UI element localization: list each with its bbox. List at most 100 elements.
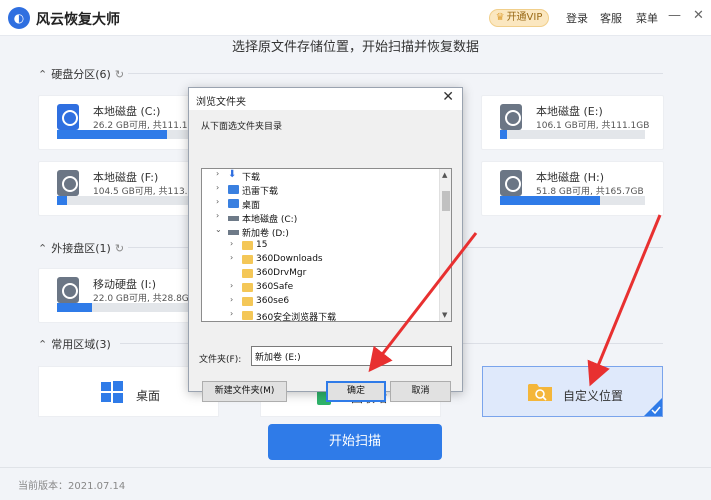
tree-item-label: 360Safe	[256, 282, 294, 292]
location-custom[interactable]: 自定义位置	[482, 366, 663, 417]
tree-item-label: 360安全浏览器下载	[256, 313, 337, 322]
chevron-right-icon[interactable]: ›	[216, 183, 226, 192]
scroll-up-icon[interactable]: ▲	[442, 171, 447, 179]
tree-item-label: 迅雷下载	[242, 187, 279, 197]
dialog-title: 浏览文件夹	[196, 97, 246, 108]
folder-tree[interactable]: › ⬇ 下载 › 迅雷下载 › 桌面 › 本地磁盘 (C:) ⌄ 新加卷 (D:…	[201, 168, 452, 322]
chevron-right-icon[interactable]: ›	[216, 211, 226, 220]
disk-card-h[interactable]: 本地磁盘 (H:) 51.8 GB可用, 共165.7GB	[481, 161, 664, 216]
chevron-right-icon[interactable]: ›	[230, 253, 240, 262]
folder-field-label: 文件夹(F):	[199, 355, 242, 365]
chevron-up-icon: ⌃	[38, 338, 48, 351]
folder-icon	[242, 283, 253, 292]
scroll-down-icon[interactable]: ▼	[442, 311, 447, 319]
folder-field[interactable]: 新加卷 (E:)	[251, 346, 452, 366]
section-header-common[interactable]: ⌃ 常用区域(3)	[38, 336, 111, 352]
section-common-label: 常用区域(3)	[51, 338, 111, 351]
folder-icon	[242, 255, 253, 264]
tree-item-label: 360se6	[256, 296, 290, 306]
disk-usage-fill	[500, 130, 508, 139]
chevron-right-icon[interactable]: ›	[230, 281, 240, 290]
disk-name: 移动硬盘 (I:)	[93, 278, 157, 291]
tree-item-label: 下载	[242, 173, 261, 183]
arrow-to-custom-location	[587, 214, 662, 387]
thunder-icon	[228, 185, 239, 194]
menu-link[interactable]: 菜单	[636, 10, 658, 26]
divider	[128, 73, 663, 74]
new-folder-button[interactable]: 新建文件夹(M)	[202, 381, 287, 402]
chevron-right-icon[interactable]: ›	[230, 239, 240, 248]
disk-name: 本地磁盘 (H:)	[536, 171, 605, 184]
tree-item-label: 本地磁盘 (C:)	[242, 215, 298, 225]
page-subtitle: 选择原文件存储位置，开始扫描并恢复数据	[231, 40, 479, 55]
chevron-right-icon[interactable]: ›	[216, 197, 226, 206]
disk-usage-fill	[57, 130, 168, 139]
tree-item-label: 360Downloads	[256, 254, 323, 264]
service-link[interactable]: 客服	[600, 10, 622, 26]
folder-search-icon	[528, 384, 552, 401]
folder-icon	[242, 241, 253, 250]
tree-item-label: 360DrvMgr	[256, 268, 307, 278]
refresh-icon[interactable]: ↻	[115, 242, 124, 255]
drive-icon	[57, 277, 79, 303]
login-link[interactable]: 登录	[566, 10, 588, 26]
chevron-right-icon[interactable]: ›	[216, 169, 226, 178]
ok-button[interactable]: 确定	[326, 381, 386, 402]
browse-folder-dialog: 浏览文件夹 ✕ 从下面选文件夹目录 › ⬇ 下载 › 迅雷下载 › 桌面 › 本…	[188, 87, 463, 402]
disk-card-e[interactable]: 本地磁盘 (E:) 106.1 GB可用, 共111.1GB	[481, 95, 664, 150]
section-external-label: 外接盘区(1)	[51, 242, 111, 255]
location-desktop-label: 桌面	[136, 389, 161, 403]
chevron-up-icon: ⌃	[38, 242, 48, 255]
dialog-close-icon[interactable]: ✕	[442, 89, 454, 105]
app-title: 风云恢复大师	[36, 12, 120, 28]
disk-usage-fill	[500, 196, 601, 205]
title-bar: ◐ 风云恢复大师 ♛ 开通VIP 登录 客服 菜单 — ✕	[0, 0, 711, 36]
disk-usage-bar	[500, 196, 645, 205]
drive-icon	[228, 230, 239, 235]
chevron-down-icon[interactable]: ⌄	[215, 225, 225, 234]
disk-name: 本地磁盘 (F:)	[93, 171, 159, 184]
chevron-right-icon[interactable]: ›	[230, 295, 240, 304]
tree-item-label: 15	[256, 240, 268, 250]
drive-icon	[500, 170, 522, 196]
windows-drive-icon	[57, 104, 79, 130]
drive-icon	[228, 216, 239, 221]
crown-icon: ♛	[495, 12, 505, 23]
folder-icon	[242, 297, 253, 306]
close-button[interactable]: ✕	[693, 8, 704, 23]
version-label: 当前版本：2021.07.14	[18, 481, 126, 492]
dialog-body: 从下面选文件夹目录 › ⬇ 下载 › 迅雷下载 › 桌面 › 本地磁盘 (C:)	[189, 110, 462, 402]
section-header-external[interactable]: ⌃ 外接盘区(1) ↻	[38, 240, 124, 256]
dialog-prompt: 从下面选文件夹目录	[201, 122, 283, 132]
folder-icon	[242, 269, 253, 278]
app-logo-icon: ◐	[8, 7, 30, 29]
selected-check-icon	[644, 398, 662, 416]
section-header-disks[interactable]: ⌃ 硬盘分区(6) ↻	[38, 66, 124, 82]
chevron-up-icon: ⌃	[38, 68, 48, 81]
location-custom-label: 自定义位置	[563, 389, 624, 403]
download-icon: ⬇	[228, 169, 237, 180]
refresh-icon[interactable]: ↻	[115, 68, 124, 81]
disk-usage-bar	[57, 303, 202, 312]
tree-item-label: 新加卷 (D:)	[242, 229, 289, 239]
scroll-thumb[interactable]	[442, 191, 450, 211]
start-scan-button[interactable]: 开始扫描	[268, 424, 442, 460]
tree-item-label: 桌面	[242, 201, 261, 211]
disk-usage-bar	[57, 130, 202, 139]
disk-usage-bar	[500, 130, 645, 139]
section-disks-label: 硬盘分区(6)	[51, 68, 111, 81]
vip-button[interactable]: ♛ 开通VIP	[489, 9, 549, 27]
disk-usage-fill	[57, 196, 68, 205]
vip-button-label: 开通VIP	[506, 12, 543, 23]
desktop-icon	[228, 199, 239, 208]
tree-scrollbar[interactable]: ▲ ▼	[439, 169, 451, 321]
drive-icon	[57, 170, 79, 196]
drive-icon	[500, 104, 522, 130]
disk-usage-bar	[57, 196, 202, 205]
windows-icon	[101, 381, 123, 403]
cancel-button[interactable]: 取消	[390, 381, 451, 402]
divider	[0, 467, 711, 468]
chevron-right-icon[interactable]: ›	[230, 309, 240, 318]
minimize-button[interactable]: —	[668, 8, 681, 23]
folder-icon	[242, 311, 253, 320]
